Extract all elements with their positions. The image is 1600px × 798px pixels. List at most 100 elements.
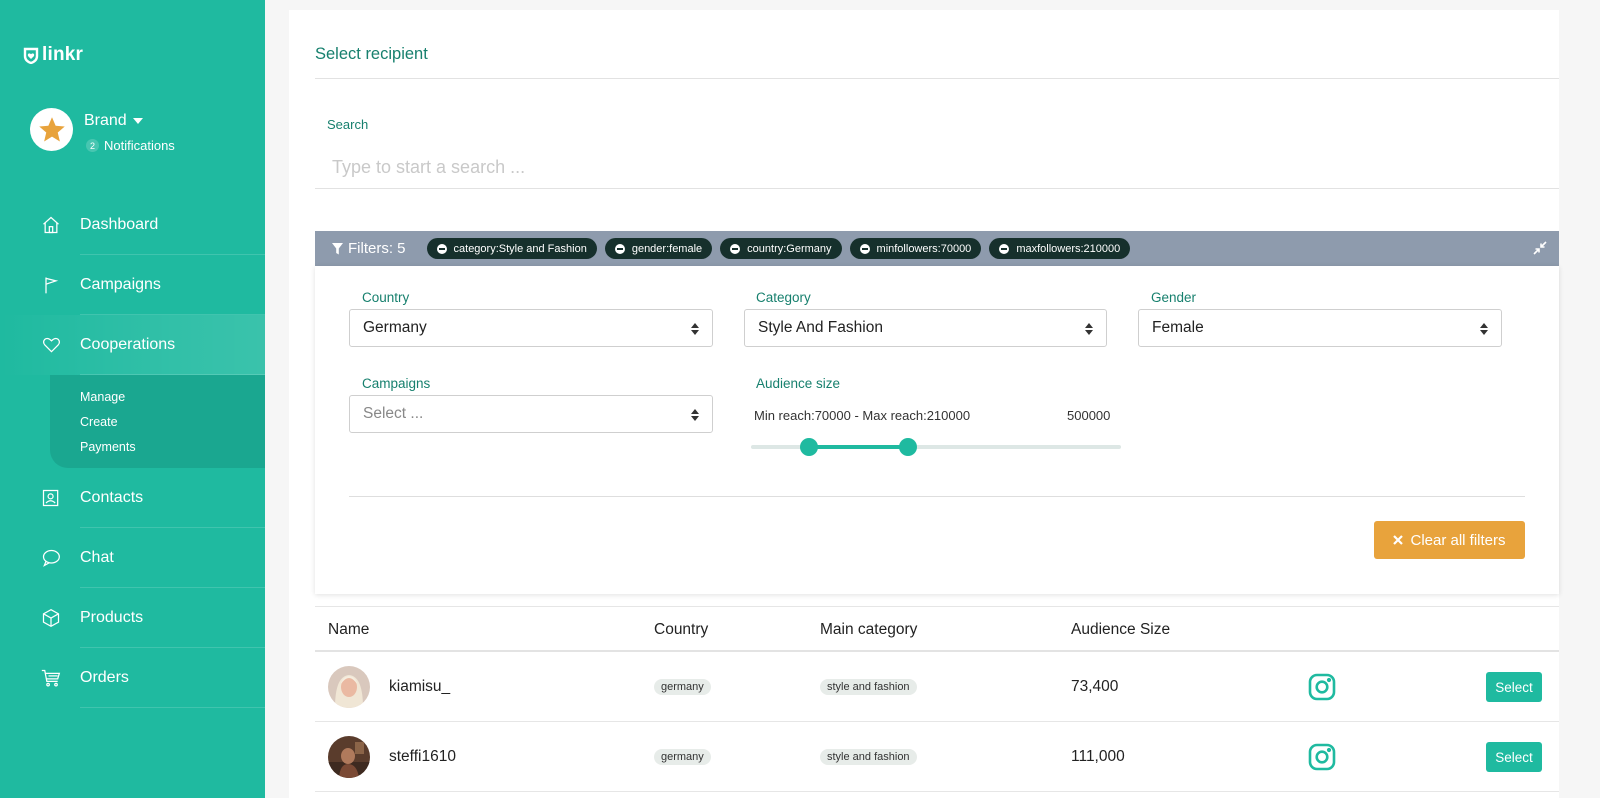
search-input[interactable] — [315, 147, 1559, 189]
select-button[interactable]: Select — [1486, 672, 1542, 702]
sidebar-item-contacts[interactable]: Contacts — [0, 468, 265, 528]
filter-bar[interactable]: Filters: 5 category:Style and Fashion ge… — [315, 231, 1559, 266]
sidebar-item-orders[interactable]: Orders — [0, 648, 265, 708]
country-select-value: Germany — [363, 319, 427, 336]
remove-circle-icon[interactable] — [436, 243, 447, 254]
gender-select-value: Female — [1152, 319, 1204, 336]
profile-name: Brand — [84, 112, 127, 129]
audience-range-text: Min reach:70000 - Max reach:210000 — [754, 408, 971, 423]
audience-range-slider[interactable] — [751, 438, 1121, 456]
audience-size-value: 73,400 — [1071, 678, 1119, 695]
country-select[interactable]: Germany — [349, 309, 713, 347]
username[interactable]: steffi1610 — [389, 748, 456, 766]
linkr-logo-icon — [23, 47, 39, 64]
sort-arrows-icon — [1085, 323, 1093, 335]
sidebar-item-label: Dashboard — [80, 216, 159, 233]
filter-chip-country[interactable]: country:Germany — [720, 238, 842, 259]
caret-down-icon — [132, 118, 143, 124]
table-row: steffi1610 germany style and fashion 111… — [315, 722, 1559, 792]
filter-chip-minfollowers[interactable]: minfollowers:70000 — [849, 238, 982, 259]
filter-chip-label: gender:female — [631, 242, 703, 255]
clear-filters-label: Clear all filters — [1410, 531, 1506, 549]
remove-circle-icon[interactable] — [730, 243, 741, 254]
category-label: Category — [756, 290, 811, 305]
profile-dropdown[interactable]: Brand — [84, 112, 175, 130]
filter-panel: Country Germany Category Style And Fashi… — [315, 266, 1559, 594]
column-header-country[interactable]: Country — [654, 621, 708, 639]
clear-filters-button[interactable]: Clear all filters — [1374, 521, 1525, 559]
category-tag: style and fashion — [820, 749, 917, 765]
sidebar-nav: Dashboard Campaigns Cooperations Manage … — [0, 195, 265, 708]
sidebar: linkr Brand 2 Notifications Dashboard Ca… — [0, 0, 265, 798]
submenu-item-create[interactable]: Create — [80, 410, 265, 435]
submenu-item-payments[interactable]: Payments — [80, 435, 265, 460]
filter-chip-gender[interactable]: gender:female — [604, 238, 713, 259]
sort-arrows-icon — [691, 323, 699, 335]
divider — [315, 78, 1559, 79]
filters-toggle[interactable]: Filters: 5 — [332, 240, 406, 257]
notifications-link[interactable]: 2 Notifications — [86, 138, 175, 153]
page-title: Select recipient — [315, 45, 428, 63]
sidebar-item-chat[interactable]: Chat — [0, 528, 265, 588]
recipients-table: Name Country Main category Audience Size… — [315, 606, 1559, 792]
notifications-label: Notifications — [104, 138, 175, 153]
funnel-icon — [332, 242, 343, 254]
column-header-category[interactable]: Main category — [820, 621, 917, 639]
avatar — [328, 736, 370, 778]
remove-circle-icon[interactable] — [614, 243, 625, 254]
sidebar-item-label: Campaigns — [80, 276, 161, 293]
country-label: Country — [362, 290, 410, 305]
table-row: kiamisu_ germany style and fashion 73,40… — [315, 652, 1559, 722]
sidebar-item-campaigns[interactable]: Campaigns — [0, 255, 265, 315]
logo[interactable]: linkr — [23, 44, 83, 66]
slider-max-handle[interactable] — [898, 438, 917, 456]
slider-min-handle[interactable] — [800, 438, 819, 456]
audience-scale-max: 500000 — [1067, 408, 1111, 423]
avatar[interactable] — [30, 108, 73, 151]
instagram-icon[interactable] — [1308, 743, 1336, 771]
avatar — [328, 666, 370, 708]
divider — [349, 496, 1525, 497]
country-tag: germany — [654, 679, 711, 695]
main-card: Select recipient Search Filters: 5 categ… — [289, 10, 1559, 798]
heart-icon — [40, 334, 62, 356]
close-icon — [1393, 535, 1404, 545]
search-label: Search — [327, 117, 369, 132]
logo-text: linkr — [42, 44, 84, 65]
slider-fill — [809, 445, 908, 449]
instagram-icon[interactable] — [1308, 673, 1336, 701]
select-button[interactable]: Select — [1486, 742, 1542, 772]
category-select-value: Style And Fashion — [758, 319, 883, 336]
column-header-name[interactable]: Name — [328, 621, 369, 639]
filter-chip-label: category:Style and Fashion — [453, 242, 587, 255]
contact-card-icon — [40, 487, 62, 509]
filter-chip-maxfollowers[interactable]: maxfollowers:210000 — [989, 238, 1131, 259]
remove-circle-icon[interactable] — [999, 243, 1010, 254]
sidebar-item-label: Orders — [80, 669, 129, 686]
collapse-icon[interactable] — [1533, 241, 1547, 255]
gender-select[interactable]: Female — [1138, 309, 1502, 347]
sidebar-item-label: Cooperations — [80, 336, 176, 353]
sidebar-item-dashboard[interactable]: Dashboard — [0, 195, 265, 255]
sidebar-item-products[interactable]: Products — [0, 588, 265, 648]
audience-size-label: Audience size — [756, 376, 841, 391]
campaigns-select-placeholder: Select ... — [363, 405, 424, 422]
filter-chip-label: maxfollowers:210000 — [1016, 242, 1121, 255]
remove-circle-icon[interactable] — [859, 243, 870, 254]
category-select[interactable]: Style And Fashion — [744, 309, 1107, 347]
submenu-item-manage[interactable]: Manage — [80, 385, 265, 410]
box-icon — [40, 607, 62, 629]
country-tag: germany — [654, 749, 711, 765]
notification-count-badge: 2 — [86, 139, 99, 152]
sort-arrows-icon — [1480, 323, 1488, 335]
campaigns-select[interactable]: Select ... — [349, 395, 713, 433]
chat-bubble-icon — [40, 547, 62, 569]
category-tag: style and fashion — [820, 679, 917, 695]
column-header-audience[interactable]: Audience Size — [1071, 621, 1170, 639]
filter-chip-category[interactable]: category:Style and Fashion — [426, 238, 597, 259]
filter-chip-label: country:Germany — [747, 242, 832, 255]
cooperations-submenu: Manage Create Payments — [50, 375, 265, 468]
sidebar-item-cooperations[interactable]: Cooperations — [0, 315, 265, 375]
username[interactable]: kiamisu_ — [389, 678, 450, 696]
sidebar-item-label: Contacts — [80, 489, 144, 506]
